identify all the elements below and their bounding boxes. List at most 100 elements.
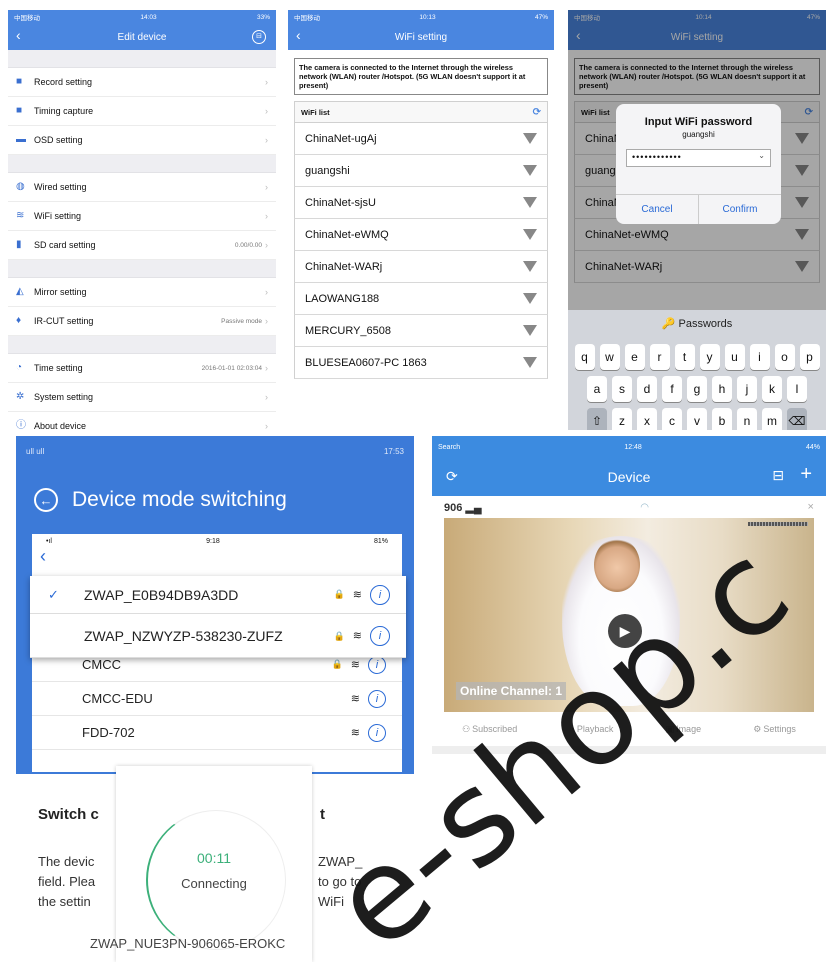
- info-icon[interactable]: i: [370, 625, 390, 646]
- nav-bar: ‹ Edit device ⊟: [8, 24, 276, 50]
- network-row[interactable]: FDD-702 ≋ i: [32, 716, 402, 750]
- keyboard-key[interactable]: n: [737, 408, 757, 430]
- keyboard-key[interactable]: s: [612, 376, 632, 402]
- close-icon[interactable]: ×: [808, 501, 814, 513]
- play-icon[interactable]: ▶: [608, 614, 642, 648]
- keyboard-key[interactable]: k: [762, 376, 782, 402]
- back-icon[interactable]: ←: [34, 488, 58, 512]
- row-label: System setting: [34, 392, 94, 402]
- back-icon[interactable]: ‹: [296, 27, 301, 43]
- settings-row[interactable]: ▮ SD card setting 0.00/0.00 ›: [8, 231, 276, 260]
- keyboard-key[interactable]: o: [774, 344, 795, 370]
- wifi-network-row[interactable]: ChinaNet-eWMQ: [294, 219, 548, 252]
- info-icon[interactable]: i: [368, 689, 386, 708]
- back-icon[interactable]: ‹: [32, 547, 402, 566]
- settings-row[interactable]: ◍ Wired setting ›: [8, 173, 276, 202]
- chevron-right-icon: ›: [265, 106, 268, 116]
- keyboard-key[interactable]: j: [737, 376, 757, 402]
- action-subscribed[interactable]: ⚇ Subscribed: [462, 724, 517, 735]
- refresh-icon[interactable]: ⟳: [446, 468, 458, 485]
- refresh-icon[interactable]: ⟳: [533, 107, 541, 118]
- instruction-right: to go to: [318, 874, 362, 889]
- wifi-network-row[interactable]: BLUESEA0607-PC 1863: [294, 347, 548, 380]
- info-icon[interactable]: i: [370, 584, 390, 605]
- chevron-down-icon[interactable]: ⌄: [758, 151, 765, 160]
- network-row[interactable]: CMCC-EDU ≋ i: [32, 682, 402, 716]
- password-dialog: Input WiFi password guangshi •••••••••••…: [616, 104, 781, 224]
- settings-row[interactable]: ≋ WiFi setting ›: [8, 202, 276, 231]
- network-name: ChinaNet-sjsU: [305, 196, 376, 209]
- keyboard-key[interactable]: l: [787, 376, 807, 402]
- info-icon[interactable]: i: [368, 723, 386, 742]
- password-input[interactable]: •••••••••••• ⌄: [626, 149, 771, 167]
- action-image[interactable]: ▣ Image: [666, 724, 702, 735]
- wifi-network-row[interactable]: guangshi: [294, 155, 548, 188]
- info-icon[interactable]: i: [368, 655, 386, 674]
- wifi-list-header: WiFi list ⟳: [294, 101, 548, 124]
- settings-row[interactable]: ■ Record setting ›: [8, 68, 276, 97]
- keyboard-key[interactable]: v: [687, 408, 707, 430]
- settings-row[interactable]: ♦ IR-CUT setting Passive mode ›: [8, 307, 276, 336]
- back-icon[interactable]: ‹: [16, 27, 21, 43]
- keyboard-key[interactable]: b: [712, 408, 732, 430]
- wifi-signal-icon: [523, 197, 537, 209]
- scan-icon[interactable]: ⊟: [772, 467, 784, 484]
- info-icon: ⓘ: [16, 420, 26, 431]
- keyboard-key[interactable]: x: [637, 408, 657, 430]
- settings-row[interactable]: ◔ Time setting 2016-01-01 02:03:04 ›: [8, 354, 276, 383]
- settings-row[interactable]: ◭ Mirror setting ›: [8, 278, 276, 307]
- keyboard-key[interactable]: a: [587, 376, 607, 402]
- keyboard-key[interactable]: d: [637, 376, 657, 402]
- keyboard-key[interactable]: w: [599, 344, 620, 370]
- passwords-bar[interactable]: 🔑 Passwords: [568, 310, 826, 338]
- wifi-network-row[interactable]: ChinaNet-ugAj: [294, 123, 548, 156]
- network-row-selected[interactable]: ✓ ZWAP_E0B94DB9A3DD 🔒 ≋ i ZWAP_NZWYZP-53…: [30, 576, 406, 658]
- keyboard-key[interactable]: c: [662, 408, 682, 430]
- settings-row[interactable]: ■ Timing capture ›: [8, 97, 276, 126]
- wifi-network-row[interactable]: ChinaNet-sjsU: [294, 187, 548, 220]
- add-icon[interactable]: +: [800, 463, 812, 486]
- keyboard-key[interactable]: i: [749, 344, 770, 370]
- keyboard-key[interactable]: e: [624, 344, 645, 370]
- settings-row[interactable]: ✲ System setting ›: [8, 383, 276, 412]
- keyboard-key[interactable]: r: [649, 344, 670, 370]
- settings-row[interactable]: ▬ OSD setting ›: [8, 126, 276, 155]
- action-settings[interactable]: ⚙ Settings: [753, 724, 796, 735]
- settings-icon: ⚙: [753, 723, 762, 734]
- shift-key[interactable]: ⇧: [587, 408, 607, 430]
- video-preview[interactable]: ▶ Online Channel: 1: [444, 518, 814, 712]
- camera-icon: ■: [16, 105, 23, 116]
- wifi-icon: ≋: [352, 629, 362, 642]
- lock-icon: 🔒: [333, 589, 345, 599]
- backspace-key[interactable]: ⌫: [787, 408, 807, 430]
- keyboard-key[interactable]: g: [687, 376, 707, 402]
- status-bar: ull ull 17:53: [16, 436, 414, 466]
- action-playback[interactable]: ◔ Playback: [569, 724, 613, 734]
- wifi-network-row[interactable]: ChinaNet-WARj: [294, 251, 548, 284]
- chevron-right-icon: ›: [265, 392, 268, 402]
- gear-icon: ✲: [16, 391, 25, 402]
- confirm-button[interactable]: Confirm: [699, 195, 781, 224]
- network-name: MERCURY_6508: [305, 324, 392, 337]
- status-bar: 中国移动 10:13 47%: [288, 10, 554, 24]
- keyboard-key[interactable]: f: [662, 376, 682, 402]
- keyboard-key[interactable]: u: [724, 344, 745, 370]
- camera-icon: ■: [16, 76, 23, 87]
- wifi-network-row[interactable]: MERCURY_6508: [294, 315, 548, 348]
- keyboard-key[interactable]: y: [699, 344, 720, 370]
- keyboard-key[interactable]: m: [762, 408, 782, 430]
- cancel-button[interactable]: Cancel: [616, 195, 699, 224]
- edit-device-screen: 中国移动 14:03 33% ‹ Edit device ⊟ ■ Record s…: [8, 10, 276, 430]
- keyboard-key[interactable]: t: [674, 344, 695, 370]
- keyboard-key[interactable]: z: [612, 408, 632, 430]
- wifi-network-row[interactable]: LAOWANG188: [294, 283, 548, 316]
- save-icon[interactable]: ⊟: [252, 30, 266, 44]
- wifi-signal-icon: [523, 229, 537, 241]
- keyboard-key[interactable]: h: [712, 376, 732, 402]
- playback-icon: ◔: [569, 724, 575, 734]
- keyboard-key[interactable]: q: [574, 344, 595, 370]
- settings-row[interactable]: ⓘ About device ›: [8, 412, 276, 431]
- carrier-label: Search: [438, 443, 461, 451]
- keyboard-key[interactable]: p: [799, 344, 820, 370]
- carrier-label: 中国移动: [294, 15, 320, 22]
